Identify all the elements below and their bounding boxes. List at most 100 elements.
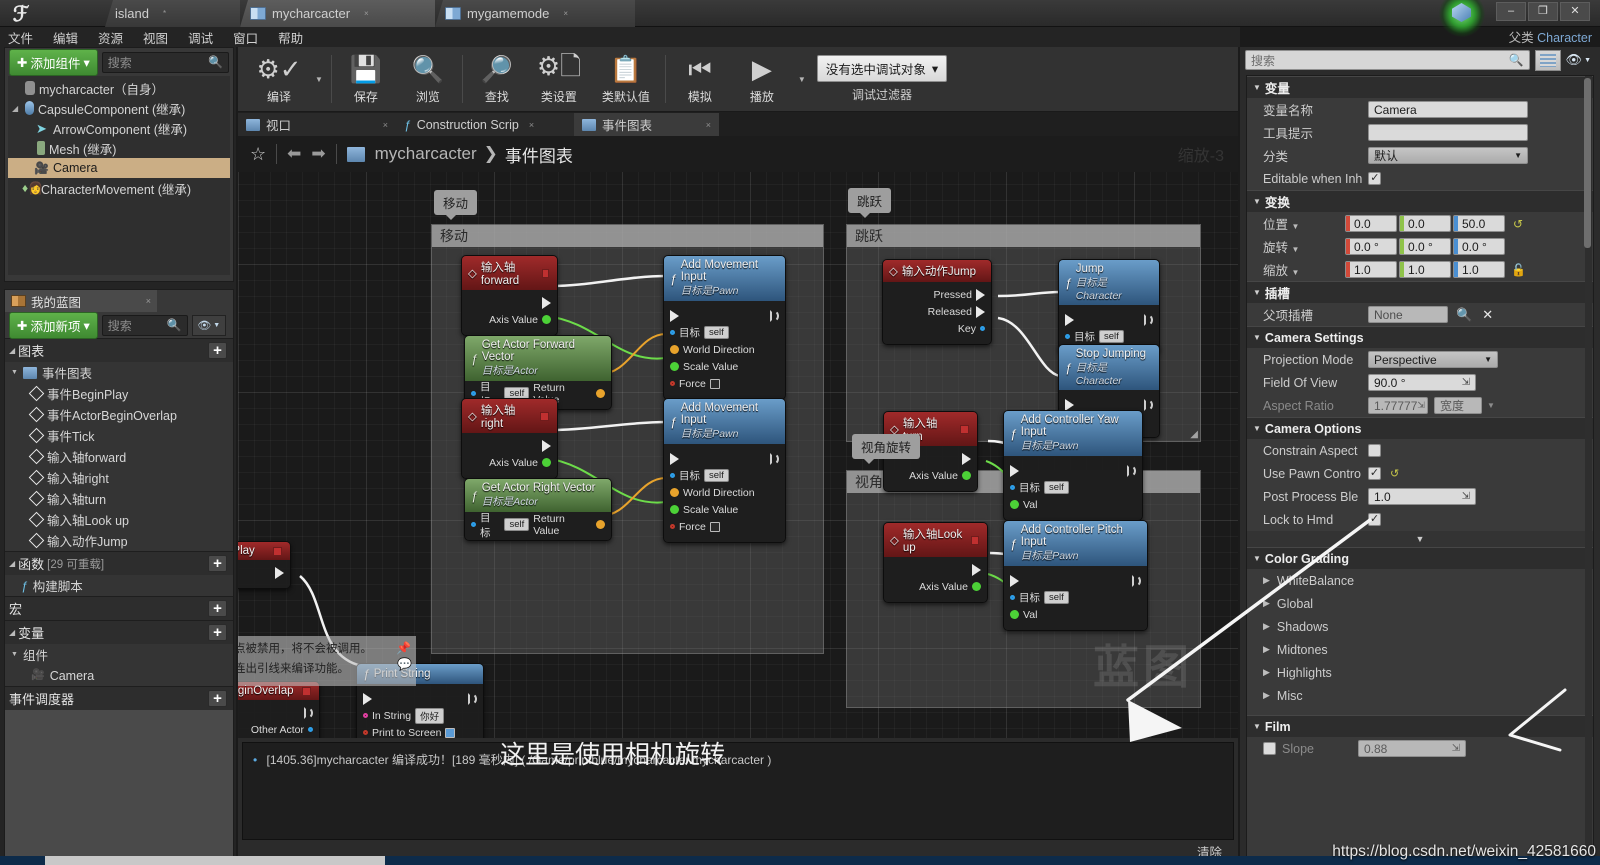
node-get-actor-right-vector[interactable]: ƒ Get Actor Right Vector 目标是Actor 目标 sel… [464,478,612,541]
expander-icon[interactable]: ▶ [1263,644,1270,655]
tab-construction-script[interactable]: ƒ Construction Scrip × [396,113,574,136]
category-camera-settings[interactable]: ▼ Camera Settings [1247,326,1593,348]
print-to-screen-checkbox[interactable] [445,727,456,738]
close-icon[interactable]: × [364,9,369,18]
simulate-button[interactable]: ⏮ 模拟 [669,49,731,109]
resize-handle[interactable]: ◢ [1190,429,1198,440]
pin-world-direction[interactable]: World Direction [670,341,779,358]
expander-icon[interactable]: ◢ [12,104,22,113]
pin-val[interactable]: Val [1010,496,1136,513]
compile-options-caret-icon[interactable]: ▼ [315,75,323,84]
list-item-event[interactable]: 输入轴right [5,467,233,488]
pin-key[interactable]: Key [889,320,985,337]
subcategory-misc[interactable]: ▶ Misc [1247,684,1593,707]
section-event-dispatchers[interactable]: 事件调度器 + [5,686,233,710]
pin-released[interactable]: Released [889,303,985,320]
location-x-field[interactable]: 0.0 [1345,215,1397,232]
comment-title[interactable]: 移动 [432,225,823,247]
comment-title[interactable]: 跳跃 [847,225,1200,247]
show-more-properties-button[interactable]: ▼ [1247,531,1593,547]
exec-out-pin-icon[interactable] [770,452,779,465]
pin-other-actor[interactable]: Other Actor [238,721,313,738]
list-item-function[interactable]: ƒ 构建脚本 [5,575,233,596]
variables-group-components[interactable]: ▼ 组件 [5,644,233,665]
add-function-button[interactable]: + [208,555,227,572]
add-graph-button[interactable]: + [208,342,227,359]
forward-icon[interactable]: ➡ [311,144,325,164]
slider-icon[interactable]: ⇲ [1462,377,1470,388]
pin-exec-row[interactable] [1010,462,1136,479]
compiler-log-box[interactable]: • [1405.36]mycharcacter 编译成功！[189 毫秒内] (… [242,742,1234,840]
pin-force[interactable]: Force [670,518,779,535]
add-component-button[interactable]: ✚ 添加组件 ▾ [9,48,98,76]
constrain-aspect-checkbox[interactable]: ✓ [1368,444,1381,457]
exec-out-pin-icon[interactable] [468,692,477,705]
compile-button[interactable]: ⚙✓ 编译 [248,49,310,109]
subcategory-whitebalance[interactable]: ▶ WhiteBalance [1247,569,1593,592]
close-icon[interactable]: × [706,120,711,130]
delegate-pin[interactable] [302,686,311,696]
close-icon[interactable]: × [563,9,568,18]
comment-bubble-jump[interactable]: 跳跃 [848,188,892,218]
details-search-input[interactable]: 搜索 🔍 [1245,50,1530,70]
exec-out-pin-icon[interactable] [1127,464,1136,477]
play-button[interactable]: ▶ 播放 [731,49,793,109]
node-add-movement-input-right[interactable]: ƒ Add Movement Input 目标是Pawn 目标 self Wor… [663,398,786,543]
my-blueprint-tab[interactable]: 我的蓝图 × [5,290,157,312]
category-color-grading[interactable]: ▼ Color Grading [1247,547,1593,569]
pin-exec-row[interactable] [1065,311,1153,328]
expander-icon[interactable]: ▶ [1263,575,1270,586]
details-scrollbar-track[interactable] [1584,76,1592,860]
event-graph-root[interactable]: ▼ 事件图表 [5,362,233,383]
pin-target-row[interactable]: 目标 self [670,467,779,484]
node-action-jump[interactable]: ◇ 输入动作Jump Pressed Released Key [882,259,992,345]
pin-scale-value[interactable]: Scale Value [670,501,779,518]
find-button[interactable]: 🔎 查找 [466,49,528,109]
minimize-button[interactable]: – [1496,2,1526,21]
display-options-button[interactable] [1534,49,1561,71]
add-dispatcher-button[interactable]: + [208,690,227,707]
post-process-blend-field[interactable]: 1.0 ⇲ [1368,488,1476,505]
play-options-caret-icon[interactable]: ▼ [798,75,806,84]
tab-event-graph[interactable]: 事件图表 × [574,113,719,136]
field-of-view-field[interactable]: 90.0 ° ⇲ [1368,374,1476,391]
expander-icon[interactable]: ▶ [1263,690,1270,701]
expander-icon[interactable]: ▼ [1253,554,1261,563]
rotation-z-field[interactable]: 0.0 ° [1453,238,1505,255]
self-value[interactable]: self [704,469,729,482]
node-add-controller-yaw-input[interactable]: ƒ Add Controller Yaw Input 目标是Pawn 目标 se… [1003,410,1143,521]
expander-icon[interactable]: ▶ [1263,598,1270,609]
reset-icon[interactable]: ↺ [1390,467,1399,480]
add-macro-button[interactable]: + [208,600,227,617]
pin-print-to-screen[interactable]: Print to Screen [363,724,477,738]
tab-viewport[interactable]: 视口 × [238,113,396,136]
class-defaults-button[interactable]: 📋 类默认值 [590,49,662,109]
details-scrollbar-thumb[interactable] [1584,78,1591,248]
pin-target-row[interactable]: 目标 self [1010,479,1136,496]
pin-axis-value[interactable]: Axis Value [468,454,551,471]
component-row-self[interactable]: mycharcacter（自身） [8,78,230,98]
component-row-capsule[interactable]: ◢ CapsuleComponent (继承) [8,98,230,118]
expander-icon[interactable]: ▼ [1253,424,1261,433]
clear-icon[interactable]: ✕ [1482,307,1493,323]
variable-name-field[interactable]: Camera [1368,101,1528,118]
close-icon[interactable]: × [529,120,534,130]
subcategory-shadows[interactable]: ▶ Shadows [1247,615,1593,638]
component-row-charactermovement[interactable]: ♦👩 CharacterMovement (继承) [8,178,230,198]
slope-override-checkbox[interactable]: ✓ [1263,742,1276,755]
delegate-pin[interactable] [960,424,969,434]
comment-icon[interactable]: 💬 [397,654,412,674]
pin-exec-out[interactable] [890,561,981,578]
list-item-event[interactable]: 输入轴forward [5,446,233,467]
pin-target-row[interactable]: 目标 self [1010,589,1141,606]
scale-y-field[interactable]: 1.0 [1399,261,1451,278]
node-event-beginplay[interactable]: BeginPlay [238,541,291,589]
expander-icon[interactable]: ▼ [1253,83,1261,92]
expander-icon[interactable]: ▼ [1253,333,1261,342]
expander-icon[interactable]: ◢ [9,346,15,355]
expander-icon[interactable]: ▼ [11,369,18,376]
add-variable-button[interactable]: + [208,624,227,641]
pin-in-string[interactable]: In String 你好 [363,707,477,724]
rotation-y-field[interactable]: 0.0 ° [1399,238,1451,255]
exec-out-pin-icon[interactable] [1144,398,1153,411]
